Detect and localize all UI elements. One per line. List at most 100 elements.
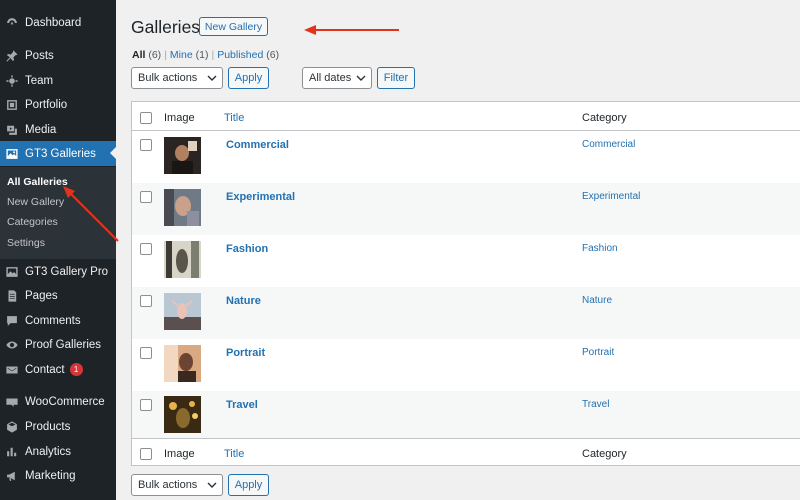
menu-item-marketing[interactable]: Marketing (0, 463, 116, 488)
gallery-title-link[interactable]: Commercial (226, 139, 289, 151)
apply-button-bottom[interactable]: Apply (228, 474, 269, 496)
chevron-down-icon (207, 482, 217, 488)
filter-mine-count: (1) (195, 49, 209, 61)
new-gallery-button[interactable]: New Gallery (199, 17, 268, 36)
status-filter-links: All (6) | Mine (1) | Published (6) (132, 49, 279, 61)
menu-item-label: Portfolio (25, 98, 68, 111)
submenu-all-galleries[interactable]: All Galleries (7, 176, 68, 188)
date-filter-select[interactable]: All dates (302, 67, 372, 89)
menu-item-team[interactable]: Team (0, 68, 116, 93)
gallery-thumbnail (164, 189, 201, 226)
menu-item-contact[interactable]: Contact 1 (0, 357, 116, 382)
separator: | (211, 49, 215, 61)
row-checkbox[interactable] (140, 139, 152, 151)
table-row: Travel Travel (132, 391, 800, 438)
filter-all-link[interactable]: All (6) (132, 49, 161, 61)
gallery-title-link[interactable]: Travel (226, 399, 258, 411)
menu-item-label: Media (25, 123, 57, 136)
mail-icon (5, 363, 19, 377)
column-header-image: Image (164, 112, 195, 124)
portfolio-icon (5, 98, 19, 112)
gallery-category-link[interactable]: Portrait (582, 347, 614, 358)
pin-icon (5, 49, 19, 63)
gallery-category-link[interactable]: Nature (582, 295, 612, 306)
menu-item-portfolio[interactable]: Portfolio (0, 92, 116, 117)
gallery-thumbnail (164, 345, 201, 382)
menu-item-label: Posts (25, 49, 54, 62)
woo-icon (5, 395, 19, 409)
menu-item-proof-galleries[interactable]: Proof Galleries (0, 332, 116, 357)
gallery-title-link[interactable]: Nature (226, 295, 261, 307)
analytics-icon (5, 445, 19, 459)
gallery-category-link[interactable]: Travel (582, 399, 609, 410)
notification-badge: 1 (69, 363, 83, 376)
menu-item-gt3-galleries[interactable]: GT3 Galleries (0, 141, 116, 166)
menu-item-products[interactable]: Products (0, 414, 116, 439)
row-checkbox[interactable] (140, 295, 152, 307)
gallery-category-link[interactable]: Commercial (582, 139, 635, 150)
filter-mine-link[interactable]: Mine (1) (170, 49, 209, 61)
gallery-pro-icon (5, 265, 19, 279)
filter-published-link[interactable]: Published (6) (217, 49, 279, 61)
gallery-thumbnail (164, 137, 201, 174)
column-header-category: Category (582, 112, 627, 124)
gallery-category-link[interactable]: Experimental (582, 191, 640, 202)
column-header-title[interactable]: Title (224, 112, 244, 124)
apply-button[interactable]: Apply (228, 67, 269, 89)
menu-item-label: Comments (25, 314, 81, 327)
submenu-settings[interactable]: Settings (7, 237, 45, 249)
select-all-checkbox[interactable] (140, 448, 152, 460)
main-content: Galleries New Gallery All (6) | Mine (1) | P… (116, 0, 800, 500)
date-filter-value: All dates (309, 72, 352, 84)
gallery-category-link[interactable]: Fashion (582, 243, 618, 254)
dashboard-icon (5, 16, 19, 30)
gallery-title-link[interactable]: Fashion (226, 243, 268, 255)
comments-icon (5, 314, 19, 328)
menu-item-label: Proof Galleries (25, 338, 102, 351)
bulk-actions-value: Bulk actions (138, 479, 198, 491)
pages-icon (5, 289, 19, 303)
menu-item-label: WooCommerce (25, 395, 105, 408)
menu-item-posts[interactable]: Posts (0, 43, 116, 68)
row-checkbox[interactable] (140, 191, 152, 203)
table-row: Nature Nature (132, 287, 800, 339)
menu-item-label: Products (25, 420, 71, 433)
table-header: Image Title Category (132, 102, 800, 131)
select-all-checkbox[interactable] (140, 112, 152, 124)
row-checkbox[interactable] (140, 243, 152, 255)
menu-item-pages[interactable]: Pages (0, 283, 116, 308)
table-row: Commercial Commercial (132, 131, 800, 183)
filter-published-label: Published (217, 49, 264, 61)
menu-item-dashboard[interactable]: Dashboard (0, 10, 116, 35)
menu-item-media[interactable]: Media (0, 117, 116, 142)
admin-sidebar: Dashboard Posts Team Portfolio Media GT3… (0, 0, 116, 500)
menu-item-woocommerce[interactable]: WooCommerce (0, 389, 116, 414)
menu-item-label: Marketing (25, 469, 76, 482)
gallery-title-link[interactable]: Experimental (226, 191, 295, 203)
menu-item-label: GT3 Gallery Pro (25, 265, 109, 278)
filter-button[interactable]: Filter (377, 67, 415, 89)
row-checkbox[interactable] (140, 347, 152, 359)
menu-item-label: Contact (25, 363, 65, 376)
separator: | (164, 49, 167, 61)
menu-item-analytics[interactable]: Analytics (0, 439, 116, 464)
bulk-actions-select-bottom[interactable]: Bulk actions (131, 474, 223, 496)
menu-item-label: Pages (25, 289, 58, 302)
gallery-title-link[interactable]: Portrait (226, 347, 265, 359)
table-footer: Image Title Category (132, 438, 800, 466)
bulk-actions-select[interactable]: Bulk actions (131, 67, 223, 89)
gallery-thumbnail (164, 241, 201, 278)
row-checkbox[interactable] (140, 399, 152, 411)
submenu-categories[interactable]: Categories (7, 216, 58, 228)
submenu-new-gallery[interactable]: New Gallery (7, 196, 64, 208)
gallery-thumbnail (164, 396, 201, 433)
menu-item-gt3-gallery-pro[interactable]: GT3 Gallery Pro (0, 259, 116, 284)
chevron-down-icon (207, 75, 217, 81)
menu-item-label: Dashboard (25, 16, 82, 29)
column-footer-title[interactable]: Title (224, 448, 244, 460)
menu-item-comments[interactable]: Comments (0, 308, 116, 333)
gear-icon (5, 74, 19, 88)
column-footer-category: Category (582, 448, 627, 460)
table-row: Experimental Experimental (132, 183, 800, 235)
filter-mine-label: Mine (169, 49, 193, 61)
